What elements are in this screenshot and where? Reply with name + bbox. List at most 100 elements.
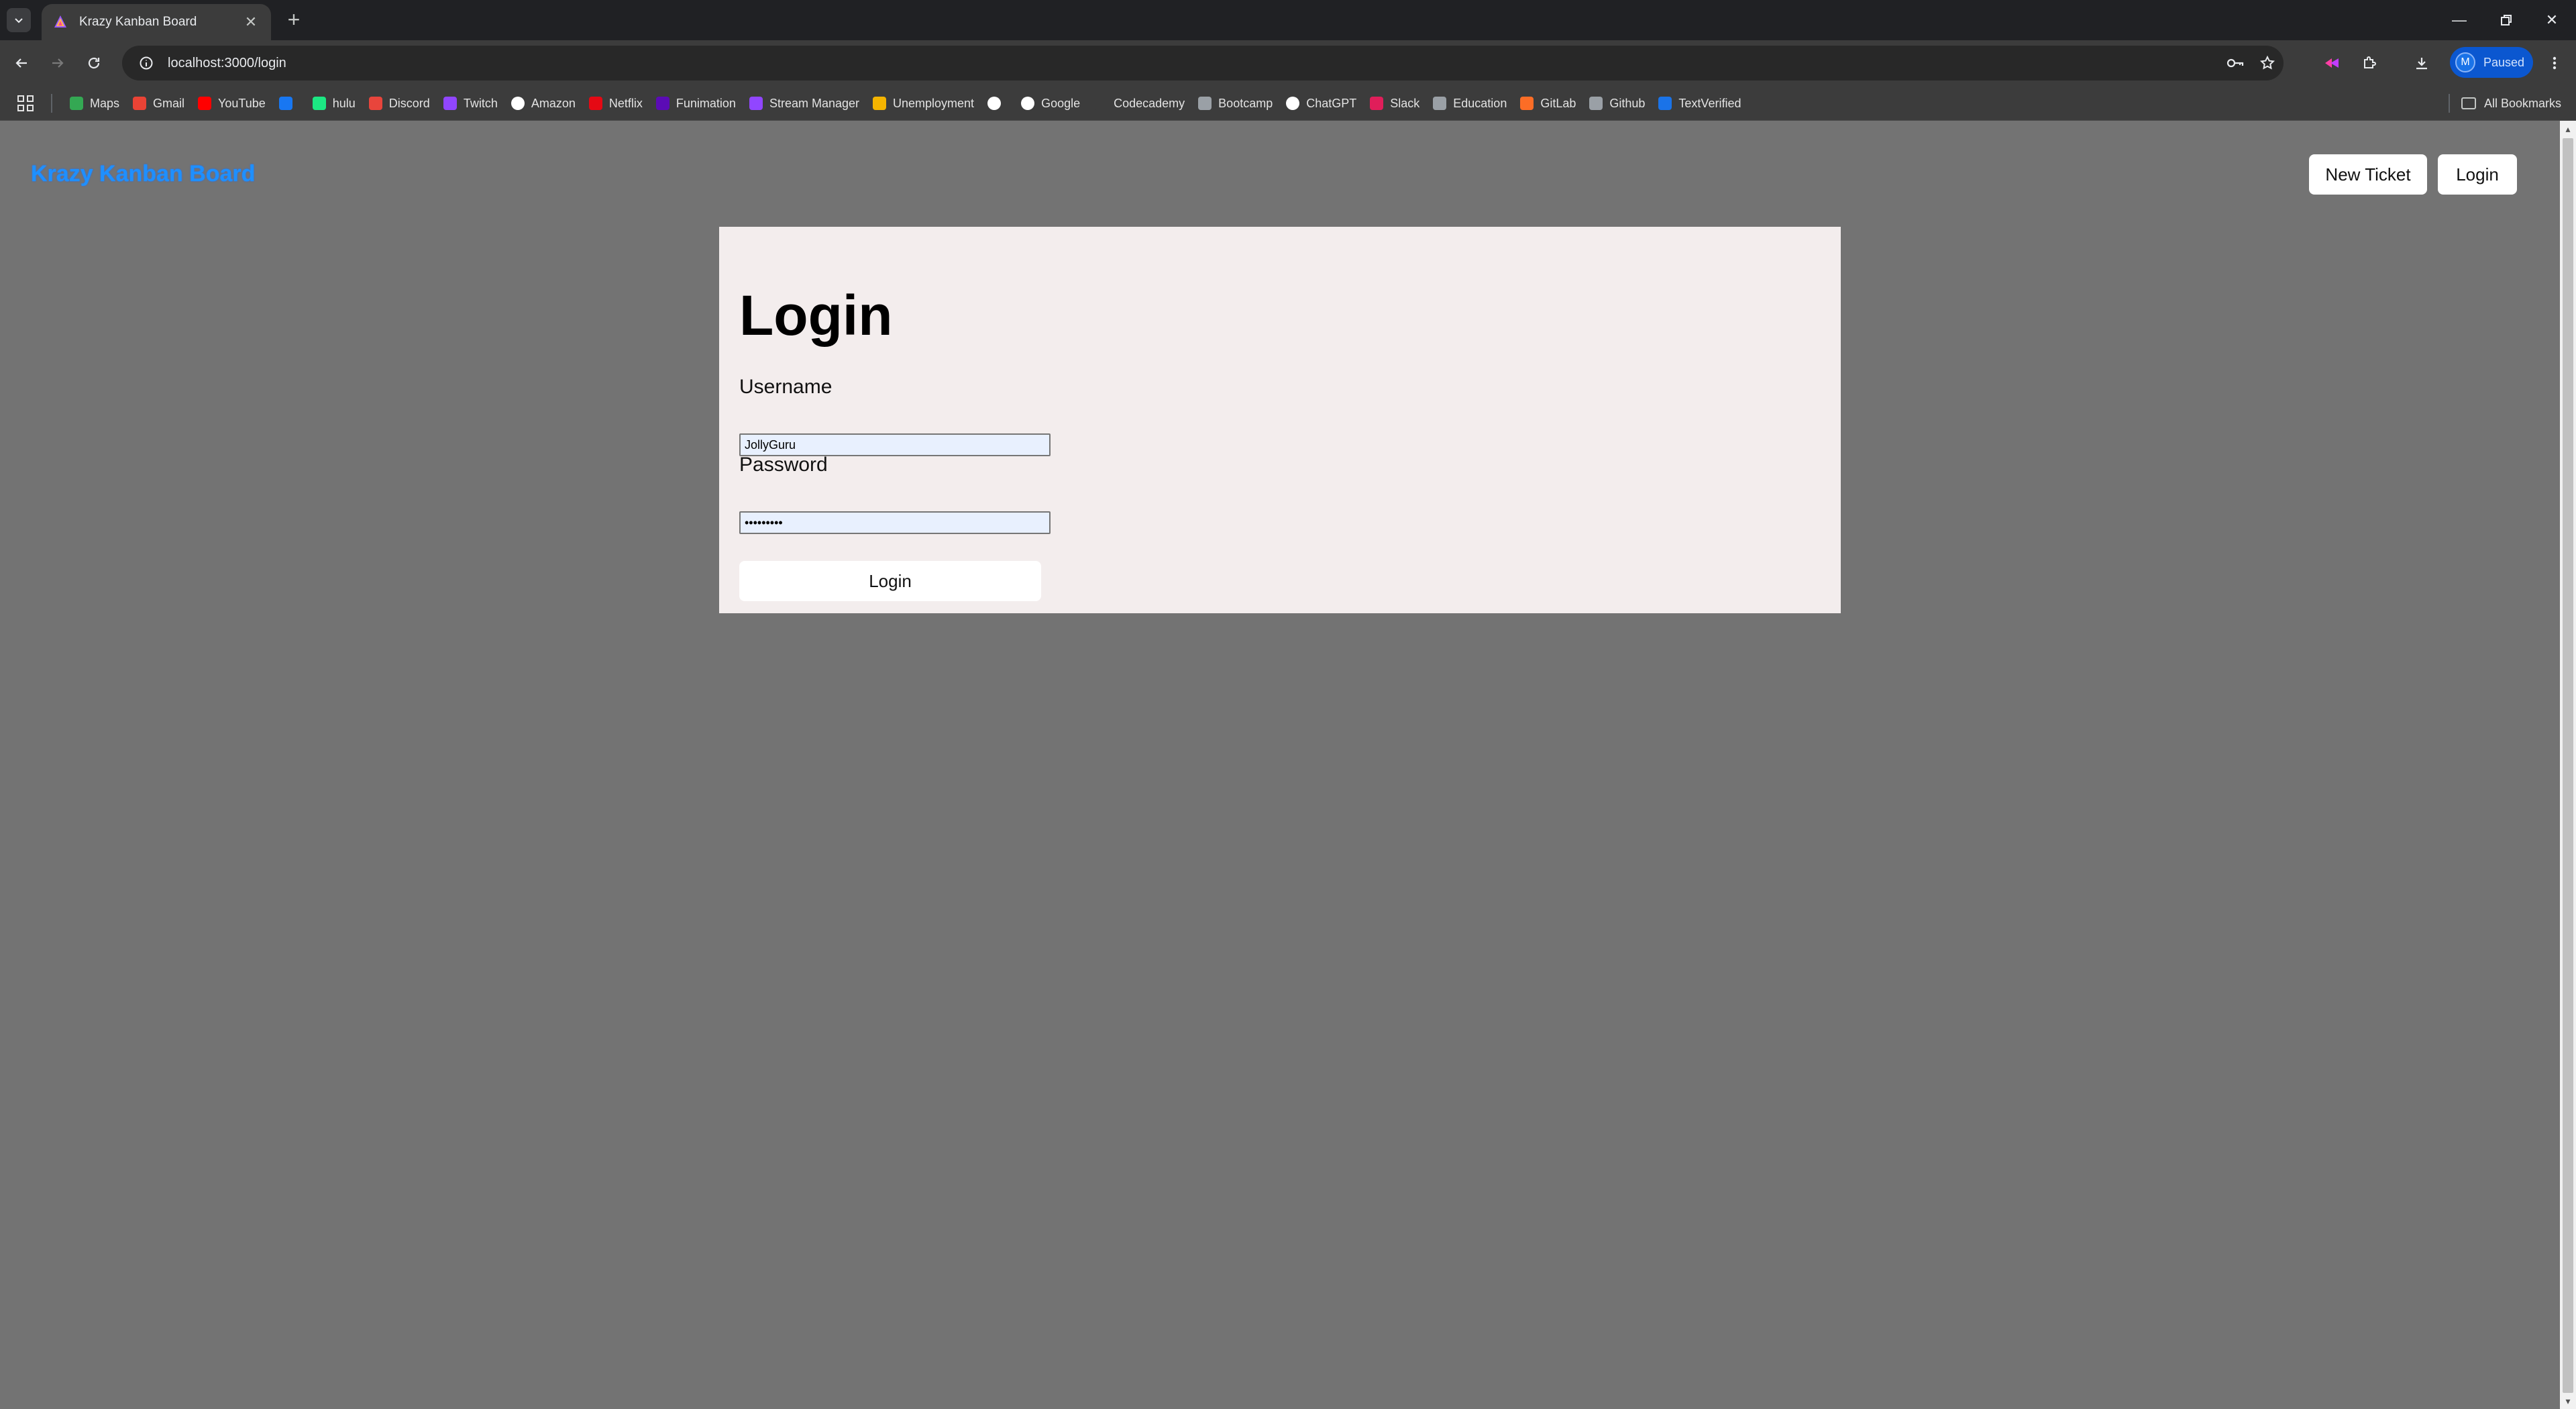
bookmarks-divider [51, 94, 52, 113]
nav-login-button[interactable]: Login [2438, 154, 2517, 195]
back-arrow-icon[interactable] [8, 50, 35, 76]
github-icon [1589, 97, 1603, 110]
minimize-window-icon[interactable]: — [2439, 7, 2479, 34]
bookmark-label: Maps [90, 96, 120, 110]
extensions-puzzle-icon[interactable] [2356, 50, 2383, 76]
browser-tab-active[interactable]: Krazy Kanban Board ✕ [42, 4, 271, 40]
bookmark-item[interactable]: hulu [306, 90, 362, 117]
bookmark-item[interactable]: YouTube [191, 90, 272, 117]
site-info-icon[interactable] [133, 56, 160, 70]
amazon-icon [511, 97, 525, 110]
more-menu-icon[interactable] [2541, 50, 2568, 76]
bookmark-label: Github [1609, 96, 1646, 110]
username-input[interactable]: JollyGuru [739, 433, 1051, 456]
tab-title: Krazy Kanban Board [79, 15, 197, 29]
bookmark-label: Slack [1390, 96, 1420, 110]
discord-icon [368, 97, 382, 110]
youtube-icon [198, 97, 212, 110]
brand-title[interactable]: Krazy Kanban Board [31, 161, 255, 187]
kanban-favicon-icon [54, 15, 66, 28]
bookmark-label: Netflix [608, 96, 643, 110]
info-icon [987, 97, 1002, 110]
bookmark-item[interactable]: Google [1014, 90, 1087, 117]
twitch-icon [749, 97, 763, 110]
bookmark-item[interactable]: Maps [63, 90, 126, 117]
lightning-icon [873, 97, 886, 110]
extension-media-icon[interactable] [2318, 50, 2345, 76]
folder-icon [2461, 97, 2476, 109]
hulu-icon [312, 97, 326, 110]
bookmark-item[interactable]: Twitch [437, 90, 504, 117]
bookmark-item[interactable]: Stream Manager [743, 90, 866, 117]
bookmark-item[interactable]: Amazon [504, 90, 582, 117]
funimation-icon [655, 97, 669, 110]
browser-toolbar: localhost:3000/login M Paused [0, 40, 2576, 86]
new-tab-button[interactable]: + [282, 8, 306, 32]
reload-icon[interactable] [80, 50, 107, 76]
restore-window-icon[interactable] [2486, 7, 2526, 34]
bookmark-star-icon[interactable] [2251, 55, 2284, 71]
profile-button[interactable]: M Paused [2450, 47, 2533, 78]
github-icon [1433, 97, 1447, 110]
bookmark-label: TextVerified [1678, 96, 1741, 110]
address-bar[interactable]: localhost:3000/login [122, 46, 2284, 81]
bookmark-item[interactable]: Bootcamp [1191, 90, 1279, 117]
downloads-icon[interactable] [2408, 50, 2435, 76]
tab-search-button[interactable] [7, 8, 31, 32]
bookmark-item[interactable]: Github [1582, 90, 1652, 117]
bookmarks-bar: Maps Gmail YouTube hulu Discord Twitch Amazon N… [0, 86, 2576, 121]
browser-tab-strip: Krazy Kanban Board ✕ + — ✕ [0, 0, 2576, 40]
password-input[interactable]: ••••••••• [739, 511, 1051, 534]
login-form: Login Username JollyGuru Password ••••••… [719, 227, 1841, 613]
bookmark-item[interactable]: Netflix [582, 90, 649, 117]
scroll-down-icon[interactable]: ▾ [2563, 1396, 2573, 1406]
bookmark-label: Discord [388, 96, 430, 110]
scrollbar-thumb[interactable] [2563, 138, 2573, 1393]
facebook-icon [278, 97, 292, 110]
bookmarks-divider [2449, 94, 2450, 113]
bookmarks-list: Maps Gmail YouTube hulu Discord Twitch Amazon N… [63, 86, 1748, 121]
bookmark-item[interactable]: Unemployment [866, 90, 981, 117]
twitch-icon [443, 97, 457, 110]
bookmark-label: Funimation [676, 96, 736, 110]
bookmark-item[interactable]: Slack [1363, 90, 1426, 117]
google-icon [1021, 97, 1035, 110]
forward-arrow-icon[interactable] [44, 50, 71, 76]
bookmark-label: ChatGPT [1306, 96, 1357, 110]
apps-grid-icon[interactable] [16, 94, 35, 113]
bookmark-item[interactable]: Discord [362, 90, 437, 117]
bookmark-item[interactable] [981, 90, 1014, 117]
chatgpt-icon [1286, 97, 1300, 110]
maps-icon [70, 97, 83, 110]
bookmark-item[interactable]: Codecademy [1087, 90, 1191, 117]
page-viewport: Krazy Kanban Board New Ticket Login Logi… [0, 121, 2560, 1409]
password-key-icon[interactable] [2219, 56, 2251, 70]
bookmark-item[interactable]: Education [1426, 90, 1513, 117]
all-bookmarks-label: All Bookmarks [2483, 96, 2561, 110]
bookmark-item[interactable]: Gmail [126, 90, 191, 117]
bookmark-item[interactable] [272, 90, 306, 117]
profile-status: Paused [2483, 55, 2525, 69]
gmail-icon [133, 97, 147, 110]
page-title: Login [739, 284, 893, 347]
all-bookmarks-button[interactable]: All Bookmarks [2461, 90, 2561, 117]
bookmark-label: YouTube [218, 96, 266, 110]
scroll-up-icon[interactable]: ▴ [2563, 124, 2573, 134]
bookmark-label: Education [1453, 96, 1507, 110]
tab-close-icon[interactable]: ✕ [241, 13, 260, 31]
bookmark-item[interactable]: ChatGPT [1279, 90, 1363, 117]
globe-icon [1198, 97, 1212, 110]
vertical-scrollbar[interactable]: ▴ ▾ [2560, 121, 2576, 1409]
close-window-icon[interactable]: ✕ [2532, 7, 2572, 34]
url-text[interactable]: localhost:3000/login [168, 56, 2219, 71]
bookmark-label: hulu [332, 96, 356, 110]
new-ticket-button[interactable]: New Ticket [2309, 154, 2427, 195]
bookmark-item[interactable]: Funimation [649, 90, 743, 117]
bookmark-label: Google [1041, 96, 1081, 110]
login-submit-button[interactable]: Login [739, 561, 1041, 601]
netflix-icon [588, 97, 602, 110]
chevron-down-icon [15, 18, 23, 23]
bookmark-item[interactable]: TextVerified [1652, 90, 1748, 117]
bookmark-label: Unemployment [893, 96, 975, 110]
bookmark-item[interactable]: GitLab [1513, 90, 1582, 117]
